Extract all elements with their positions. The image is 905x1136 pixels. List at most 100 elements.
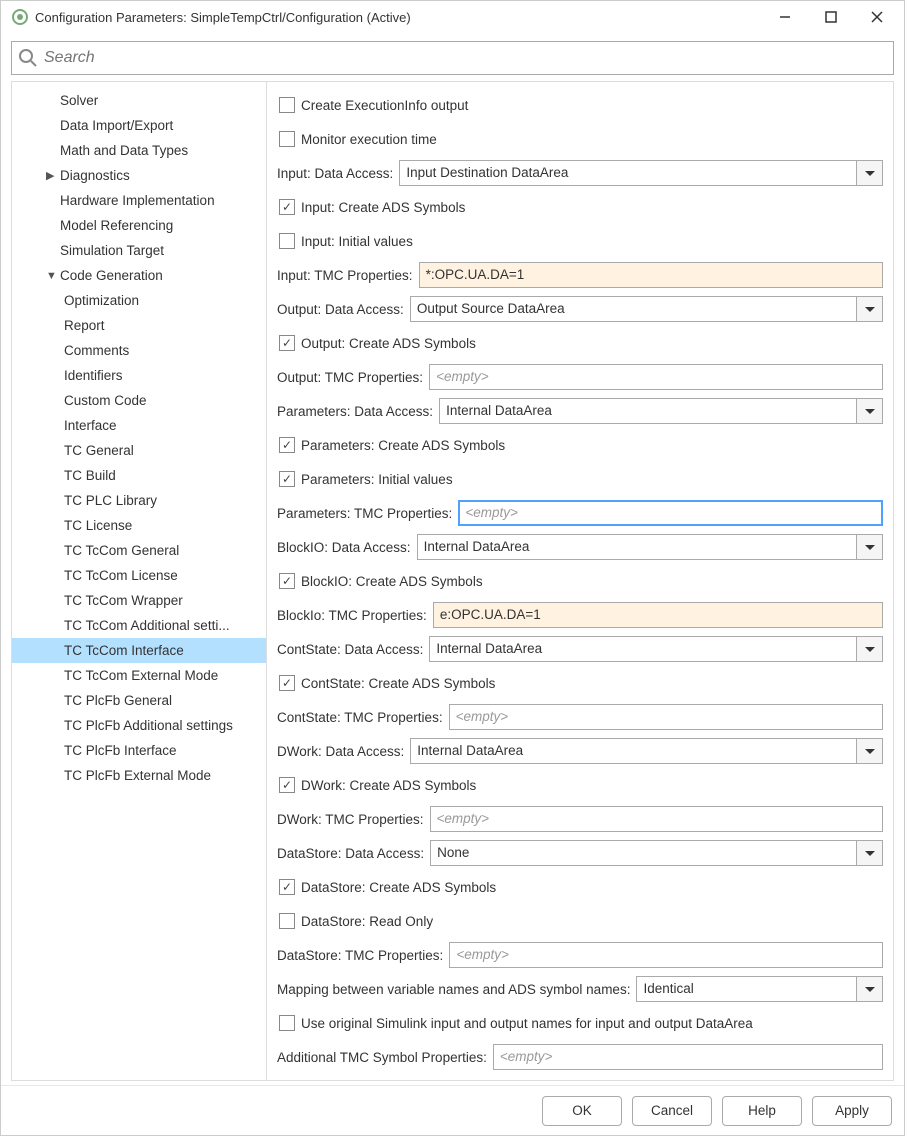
output-ads-checkbox[interactable] xyxy=(279,335,295,351)
datastore-da-dropdown-btn[interactable] xyxy=(857,840,883,866)
mapping-dropdown-btn[interactable] xyxy=(857,976,883,1002)
maximize-button[interactable] xyxy=(808,1,854,33)
tree-item[interactable]: Optimization xyxy=(12,288,266,313)
tree-item[interactable]: ▶Solver xyxy=(12,88,266,113)
chevron-down-icon[interactable]: ▼ xyxy=(46,270,60,282)
params-da-select[interactable]: Internal DataArea xyxy=(439,398,857,424)
tree-item-label: Code Generation xyxy=(60,268,163,283)
monitor-exec-checkbox[interactable] xyxy=(279,131,295,147)
tree-item-label: TC TcCom External Mode xyxy=(64,668,218,683)
input-ads-checkbox[interactable] xyxy=(279,199,295,215)
ok-button[interactable]: OK xyxy=(542,1096,622,1126)
config-params-window: Configuration Parameters: SimpleTempCtrl… xyxy=(0,0,905,1136)
input-da-select[interactable]: Input Destination DataArea xyxy=(399,160,857,186)
tree-item-label: TC PlcFb Additional settings xyxy=(64,718,233,733)
tree-item[interactable]: TC TcCom General xyxy=(12,538,266,563)
tree-item-label: Diagnostics xyxy=(60,168,130,183)
tree-item-label: TC PlcFb External Mode xyxy=(64,768,211,783)
contstate-da-dropdown-btn[interactable] xyxy=(857,636,883,662)
tree-item[interactable]: TC PlcFb Interface xyxy=(12,738,266,763)
tree-item[interactable]: Comments xyxy=(12,338,266,363)
tree-item[interactable]: ▶Model Referencing xyxy=(12,213,266,238)
search-input[interactable] xyxy=(38,48,887,68)
cancel-button[interactable]: Cancel xyxy=(632,1096,712,1126)
params-ads-checkbox[interactable] xyxy=(279,437,295,453)
apply-button[interactable]: Apply xyxy=(812,1096,892,1126)
tree-item[interactable]: ▶Diagnostics xyxy=(12,163,266,188)
datastore-ads-checkbox[interactable] xyxy=(279,879,295,895)
contstate-tmc-field[interactable]: <empty> xyxy=(449,704,883,730)
dwork-da-dropdown-btn[interactable] xyxy=(857,738,883,764)
tree-item[interactable]: TC TcCom Interface xyxy=(12,638,266,663)
blockio-ads-checkbox[interactable] xyxy=(279,573,295,589)
tree-pane[interactable]: ▶Solver▶Data Import/Export▶Math and Data… xyxy=(11,81,266,1081)
tree-item[interactable]: TC TcCom Wrapper xyxy=(12,588,266,613)
tree-item-label: TC PLC Library xyxy=(64,493,157,508)
tree-item[interactable]: TC TcCom Additional setti... xyxy=(12,613,266,638)
tree-item[interactable]: Report xyxy=(12,313,266,338)
tree-item[interactable]: ▼Code Generation xyxy=(12,263,266,288)
contstate-ads-checkbox[interactable] xyxy=(279,675,295,691)
tree-item[interactable]: ▶Math and Data Types xyxy=(12,138,266,163)
params-da-dropdown-btn[interactable] xyxy=(857,398,883,424)
tree-item-label: TC PlcFb Interface xyxy=(64,743,177,758)
tree-item-label: Custom Code xyxy=(64,393,147,408)
form-pane[interactable]: Create ExecutionInfo output Monitor exec… xyxy=(266,81,894,1081)
tree-item[interactable]: TC TcCom License xyxy=(12,563,266,588)
minimize-button[interactable] xyxy=(762,1,808,33)
dwork-da-select[interactable]: Internal DataArea xyxy=(410,738,857,764)
addl-tmc-field[interactable]: <empty> xyxy=(493,1044,883,1070)
blockio-da-dropdown-btn[interactable] xyxy=(857,534,883,560)
input-da-dropdown-btn[interactable] xyxy=(857,160,883,186)
mapping-label: Mapping between variable names and ADS s… xyxy=(277,982,630,997)
output-tmc-field[interactable]: <empty> xyxy=(429,364,883,390)
datastore-ro-label: DataStore: Read Only xyxy=(301,914,433,929)
tree-item[interactable]: TC PlcFb General xyxy=(12,688,266,713)
tree-item[interactable]: ▶Simulation Target xyxy=(12,238,266,263)
tree-item-label: TC TcCom Additional setti... xyxy=(64,618,230,633)
output-da-dropdown-btn[interactable] xyxy=(857,296,883,322)
params-init-checkbox[interactable] xyxy=(279,471,295,487)
tree-item[interactable]: TC TcCom External Mode xyxy=(12,663,266,688)
input-tmc-field[interactable]: *:OPC.UA.DA=1 xyxy=(419,262,883,288)
tree-item-label: TC TcCom Interface xyxy=(64,643,184,658)
close-button[interactable] xyxy=(854,1,900,33)
dwork-ads-checkbox[interactable] xyxy=(279,777,295,793)
chevron-right-icon[interactable]: ▶ xyxy=(46,169,60,182)
datastore-ro-checkbox[interactable] xyxy=(279,913,295,929)
datastore-da-select[interactable]: None xyxy=(430,840,857,866)
datastore-tmc-field[interactable]: <empty> xyxy=(449,942,883,968)
tree-item[interactable]: TC License xyxy=(12,513,266,538)
params-init-label: Parameters: Initial values xyxy=(301,472,453,487)
contstate-da-select[interactable]: Internal DataArea xyxy=(429,636,857,662)
blockio-da-select[interactable]: Internal DataArea xyxy=(417,534,857,560)
tree-item[interactable]: ▶Hardware Implementation xyxy=(12,188,266,213)
tree-item[interactable]: TC General xyxy=(12,438,266,463)
tree-item[interactable]: TC PlcFb Additional settings xyxy=(12,713,266,738)
tree-item-label: TC PlcFb General xyxy=(64,693,172,708)
tree-item-label: Hardware Implementation xyxy=(60,193,215,208)
params-tmc-field[interactable]: <empty> xyxy=(458,500,883,526)
use-orig-checkbox[interactable] xyxy=(279,1015,295,1031)
tree-item[interactable]: TC Build xyxy=(12,463,266,488)
app-icon xyxy=(11,8,29,26)
blockio-tmc-field[interactable]: e:OPC.UA.DA=1 xyxy=(433,602,883,628)
tree-item[interactable]: Identifiers xyxy=(12,363,266,388)
dwork-tmc-field[interactable]: <empty> xyxy=(430,806,883,832)
tree-item[interactable]: Custom Code xyxy=(12,388,266,413)
mapping-select[interactable]: Identical xyxy=(636,976,857,1002)
tree-item[interactable]: ▶Data Import/Export xyxy=(12,113,266,138)
input-init-checkbox[interactable] xyxy=(279,233,295,249)
tree-item-label: TC General xyxy=(64,443,134,458)
create-execinfo-checkbox[interactable] xyxy=(279,97,295,113)
help-button[interactable]: Help xyxy=(722,1096,802,1126)
titlebar: Configuration Parameters: SimpleTempCtrl… xyxy=(1,1,904,33)
params-ads-label: Parameters: Create ADS Symbols xyxy=(301,438,505,453)
search-area xyxy=(1,33,904,81)
output-da-select[interactable]: Output Source DataArea xyxy=(410,296,857,322)
tree-item-label: Interface xyxy=(64,418,117,433)
search-field-wrap[interactable] xyxy=(11,41,894,75)
tree-item[interactable]: TC PlcFb External Mode xyxy=(12,763,266,788)
tree-item[interactable]: TC PLC Library xyxy=(12,488,266,513)
tree-item[interactable]: Interface xyxy=(12,413,266,438)
